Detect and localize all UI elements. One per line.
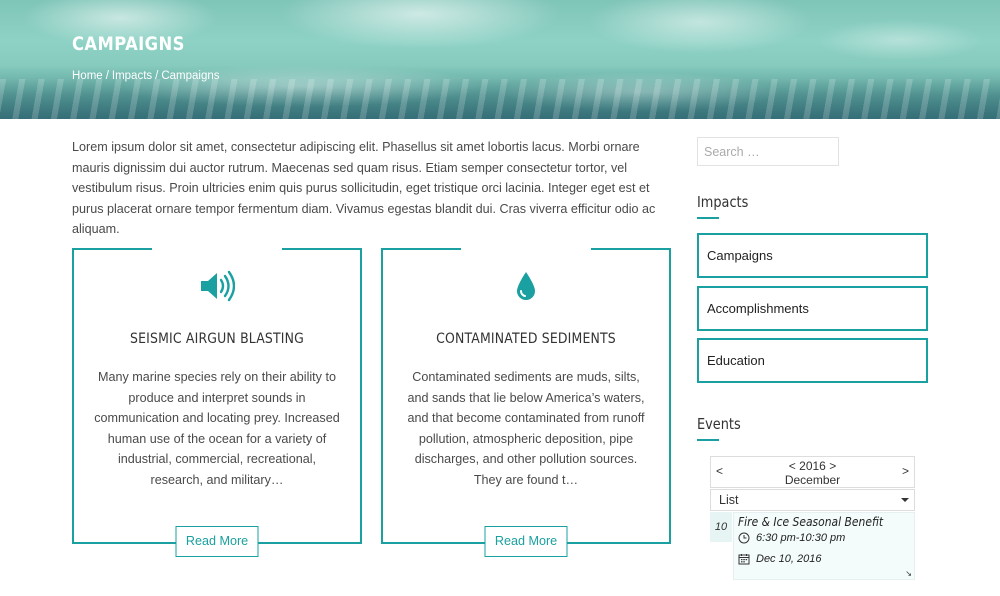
hero-banner: CAMPAIGNS Home / Impacts / Campaigns — [0, 0, 1000, 119]
widget-title-underline — [697, 439, 719, 441]
read-more-button[interactable]: Read More — [484, 526, 568, 557]
calendar-view-select[interactable]: List — [710, 489, 915, 511]
campaign-card-sediments: CONTAMINATED SEDIMENTS Contaminated sedi… — [381, 248, 671, 557]
breadcrumb-impacts[interactable]: Impacts — [112, 70, 152, 82]
event-time-row: 6:30 pm-10:30 pm — [738, 532, 845, 544]
event-date-row: Dec 10, 2016 — [738, 553, 821, 565]
calendar-month: December — [784, 473, 841, 487]
card-title: SEISMIC AIRGUN BLASTING — [130, 331, 304, 347]
calendar-year: 2016 — [799, 459, 826, 473]
calendar-prev-year-button[interactable]: < — [789, 459, 796, 473]
calendar-icon — [738, 554, 750, 565]
speaker-icon — [74, 270, 360, 304]
breadcrumb-separator: / — [155, 70, 159, 82]
card-top-border — [381, 248, 461, 250]
intro-paragraph: Lorem ipsum dolor sit amet, consectetur … — [72, 140, 656, 237]
card-excerpt: Contaminated sediments are muds, silts, … — [407, 370, 645, 487]
calendar-day-number: 10 — [710, 512, 732, 542]
search-input[interactable] — [697, 137, 839, 166]
event-title[interactable]: Fire & Ice Seasonal Benefit — [738, 514, 883, 529]
card-top-border — [72, 248, 152, 250]
card-top-border — [282, 248, 362, 250]
impacts-widget-title: Impacts — [697, 193, 749, 211]
breadcrumb-separator: / — [105, 70, 109, 82]
page-title: CAMPAIGNS — [72, 33, 185, 55]
droplet-icon — [383, 270, 669, 304]
breadcrumb-current: Campaigns — [161, 70, 220, 82]
events-widget-title: Events — [697, 415, 741, 433]
calendar-next-year-button[interactable]: > — [829, 459, 836, 473]
resize-handle-icon[interactable]: ↘ — [905, 569, 912, 578]
calendar-event[interactable]: Fire & Ice Seasonal Benefit 6:30 pm-10:3… — [733, 512, 915, 580]
clock-icon — [738, 532, 750, 544]
sidebar-link-campaigns[interactable]: Campaigns — [697, 233, 928, 278]
breadcrumb: Home / Impacts / Campaigns — [72, 70, 220, 82]
sidebar-link-education[interactable]: Education — [697, 338, 928, 383]
read-more-button[interactable]: Read More — [175, 526, 259, 557]
calendar-view-label: List — [719, 493, 739, 507]
hero-wave-texture — [0, 79, 1000, 119]
events-calendar: < < 2016 > December > List 10 Fire & Ice… — [710, 456, 915, 580]
widget-title-underline — [697, 217, 719, 219]
calendar-header: < < 2016 > December > — [710, 456, 915, 488]
chevron-down-icon — [901, 498, 909, 502]
event-date: Dec 10, 2016 — [756, 553, 822, 565]
card-excerpt: Many marine species rely on their abilit… — [94, 370, 340, 487]
calendar-year-nav: < 2016 > — [711, 459, 914, 473]
campaign-card-seismic: SEISMIC AIRGUN BLASTING Many marine spec… — [72, 248, 362, 557]
breadcrumb-home[interactable]: Home — [72, 70, 103, 82]
card-title: CONTAMINATED SEDIMENTS — [436, 331, 616, 347]
event-time: 6:30 pm-10:30 pm — [756, 532, 846, 544]
card-top-border — [591, 248, 671, 250]
calendar-next-month-button[interactable]: > — [902, 464, 909, 478]
sidebar-link-accomplishments[interactable]: Accomplishments — [697, 286, 928, 331]
